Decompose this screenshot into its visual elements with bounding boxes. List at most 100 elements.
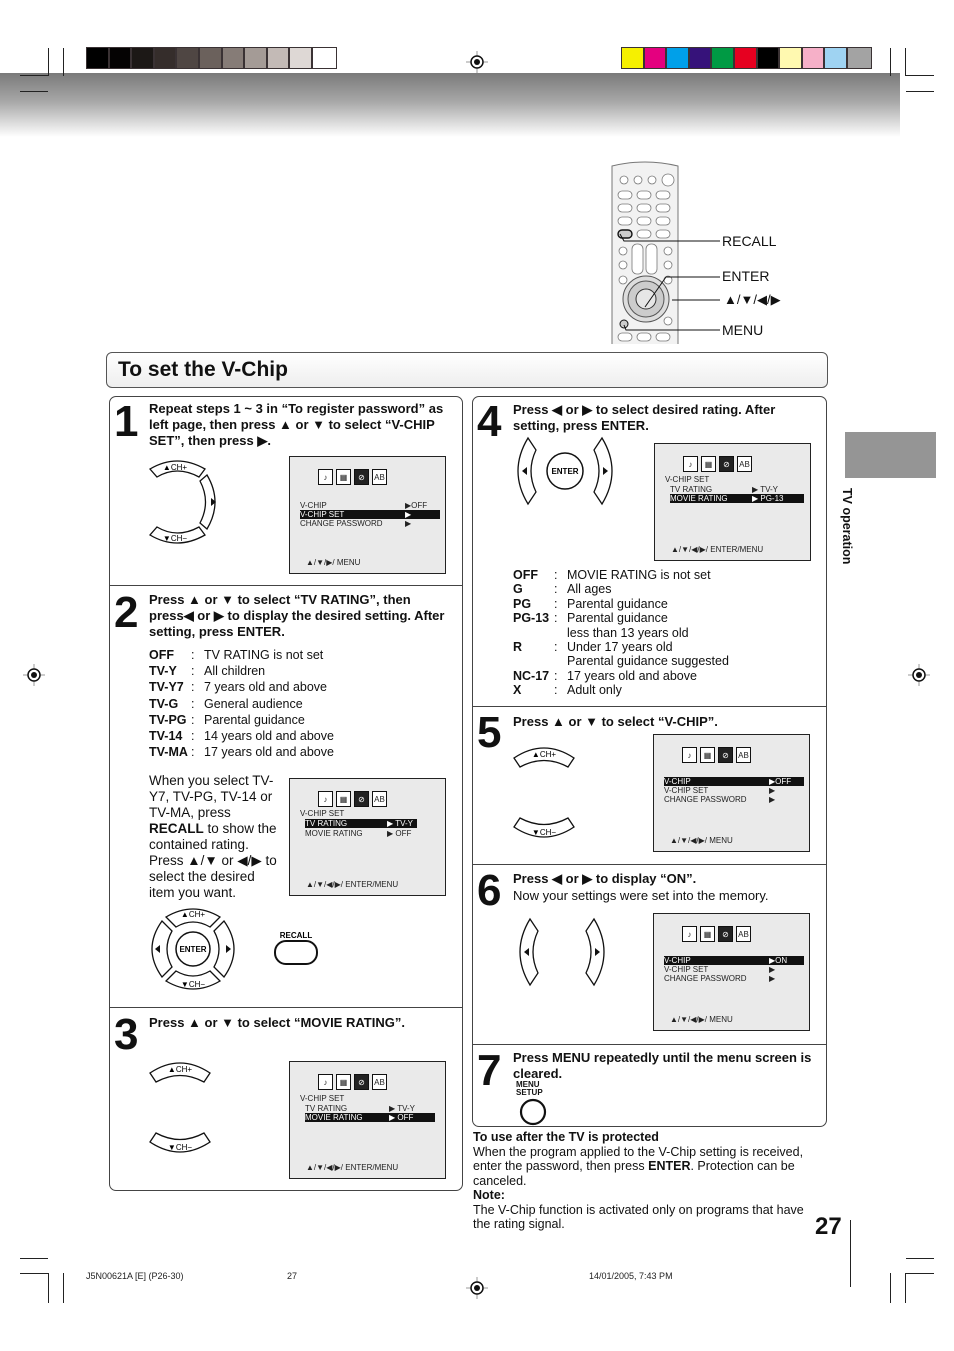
picture-menu-icon: ♪ xyxy=(683,456,698,472)
callout-lines xyxy=(619,233,720,331)
divider xyxy=(109,1007,463,1008)
protected-note-heading: To use after the TV is protected xyxy=(473,1130,659,1144)
note-heading: Note: xyxy=(473,1188,505,1202)
osd-row-selected: MOVIE RATING ▶ OFF xyxy=(305,1113,435,1122)
registration-mark-icon xyxy=(466,51,488,73)
crop-mark xyxy=(20,91,48,92)
step-number: 7 xyxy=(477,1046,502,1095)
rating-item: TV-G: General audience xyxy=(149,696,303,711)
step-6-instruction: Press ◀ or ▶ to display “ON”. xyxy=(513,871,697,886)
page-number-rule xyxy=(850,1220,851,1287)
color-swatches xyxy=(621,47,872,69)
grayscale-swatches xyxy=(86,47,337,69)
color-swatch xyxy=(689,48,713,68)
ch-buttons-illustration: ▲CH+ ▼CH− xyxy=(149,1062,211,1153)
osd-row: V-CHIP ▶OFF xyxy=(300,501,428,510)
step-5-instruction: Press ▲ or ▼ to select “V-CHIP”. xyxy=(513,714,718,729)
crop-mark xyxy=(890,1273,891,1303)
osd-menu-icons: ♪ ▦ ⊘ AB xyxy=(318,1074,387,1090)
divider xyxy=(472,706,827,707)
osd-footer: ▲/▼/◀/▶/ MENU xyxy=(670,1015,733,1024)
footer-timestamp: 14/01/2005, 7:43 PM xyxy=(589,1271,673,1281)
footer-page: 27 xyxy=(287,1271,298,1281)
ch-down-label: ▼CH− xyxy=(181,980,205,989)
channel-menu-icon: ▦ xyxy=(336,791,351,807)
step-2-instruction: Press ▲ or ▼ to select “TV RATING”, then… xyxy=(149,592,445,639)
osd-row: MOVIE RATING ▶ OFF xyxy=(305,829,412,838)
lock-menu-icon: ⊘ xyxy=(719,456,734,472)
channel-menu-icon: ▦ xyxy=(701,456,716,472)
osd-footer: ▲/▼/◀/▶/ MENU xyxy=(670,836,733,845)
osd-screen-step-5: ♪ ▦ ⊘ AB V-CHIP ▶OFF V-CHIP SET ▶ CHANGE PASS… xyxy=(653,734,810,852)
osd-screen-step-4: ♪ ▦ ⊘ AB V-CHIP SET TV RATING ▶ TV-Y MOVIE R… xyxy=(654,443,811,561)
step-number: 4 xyxy=(477,397,502,446)
rating-item: TV-14:14 years old and above xyxy=(149,729,334,744)
color-swatch xyxy=(177,48,200,68)
crop-mark xyxy=(905,1273,906,1303)
rating-item: PG-13: Parental guidance xyxy=(513,611,668,626)
setup-menu-icon: AB xyxy=(736,747,751,763)
lock-menu-icon: ⊘ xyxy=(354,469,369,485)
step-3-instruction: Press ▲ or ▼ to select “MOVIE RATING”. xyxy=(149,1015,405,1030)
osd-row-selected: V-CHIP ▶OFF xyxy=(664,777,804,786)
movie-ratings-list: OFF: MOVIE RATING is not set G: All ages PG:… xyxy=(513,568,729,698)
osd-row-selected: MOVIE RATING ▶ PG-13 xyxy=(670,494,804,503)
rating-item: TV-PG: Parental guidance xyxy=(149,712,305,727)
osd-screen-step-6: ♪ ▦ ⊘ AB V-CHIP ▶ON V-CHIP SET ▶ CHANGE PASSW… xyxy=(653,913,810,1031)
rating-item: PG: Parental guidance xyxy=(513,596,668,611)
color-swatch xyxy=(847,48,871,68)
color-swatch xyxy=(312,48,336,68)
setup-menu-icon: AB xyxy=(737,456,752,472)
osd-footer: ▲/▼/◀/▶/ ENTER/MENU xyxy=(306,1163,399,1172)
color-swatch xyxy=(757,48,781,68)
recall-note: When you select TV-Y7, TV-PG, TV-14 or T… xyxy=(149,773,277,900)
step-6-subtext: Now your settings were set into the memo… xyxy=(513,888,769,903)
channel-menu-icon: ▦ xyxy=(336,469,351,485)
rating-item: X: Adult only xyxy=(513,683,622,698)
color-swatch xyxy=(712,48,735,68)
osd-row: CHANGE PASSWORD ▶ xyxy=(664,974,776,983)
osd-row: CHANGE PASSWORD ▶ xyxy=(664,795,776,804)
note-text: The V-Chip function is activated only on… xyxy=(473,1202,804,1232)
enter-label: ENTER xyxy=(179,945,206,954)
color-swatch xyxy=(87,48,110,68)
rating-item: TV-Y: All children xyxy=(149,664,266,679)
step-number: 6 xyxy=(477,866,502,915)
picture-menu-icon: ♪ xyxy=(682,747,697,763)
header-band xyxy=(0,73,900,137)
osd-heading: V-CHIP SET xyxy=(300,809,345,818)
osd-footer: ▲/▼/▶/ MENU xyxy=(306,558,361,567)
crop-mark xyxy=(906,1258,934,1259)
section-title-box: To set the V-Chip xyxy=(106,352,828,388)
setup-menu-icon: AB xyxy=(372,791,387,807)
osd-row: V-CHIP SET ▶ xyxy=(664,786,776,795)
picture-menu-icon: ♪ xyxy=(318,791,333,807)
osd-row-selected: V-CHIP SET ▶ xyxy=(300,510,440,519)
color-swatch xyxy=(644,48,668,68)
osd-row-selected: V-CHIP ▶ON xyxy=(664,956,804,965)
crop-mark xyxy=(906,91,934,92)
ch-up-label: ▲CH+ xyxy=(532,750,556,759)
channel-menu-icon: ▦ xyxy=(336,1074,351,1090)
color-swatch xyxy=(245,48,268,68)
registration-mark-icon xyxy=(466,1277,488,1299)
crop-mark xyxy=(906,75,934,76)
menu-setup-label: MENU SETUP xyxy=(516,1080,543,1097)
protected-note-text: When the program applied to the V-Chip s… xyxy=(473,1144,804,1188)
enter-label: ENTER xyxy=(551,467,578,476)
osd-row: TV RATING ▶ TV-Y xyxy=(305,1104,416,1113)
osd-row: V-CHIP SET ▶ xyxy=(664,965,776,974)
crop-mark xyxy=(63,48,64,76)
osd-screen-step-3: ♪ ▦ ⊘ AB V-CHIP SET TV RATING ▶ TV-Y MOVIE R… xyxy=(289,1061,446,1179)
color-swatch xyxy=(667,48,690,68)
registration-mark-icon xyxy=(23,664,45,686)
color-swatch xyxy=(132,48,155,68)
step-number: 2 xyxy=(114,588,139,637)
osd-heading: V-CHIP SET xyxy=(665,475,710,484)
osd-menu-icons: ♪ ▦ ⊘ AB xyxy=(318,791,387,807)
osd-menu-icons: ♪ ▦ ⊘ AB xyxy=(318,469,387,485)
osd-screen-step-1: ♪ ▦ ⊘ AB V-CHIP ▶OFF V-CHIP SET ▶ CHANGE PASS… xyxy=(289,456,446,574)
step-number: 5 xyxy=(477,708,502,757)
setup-menu-icon: AB xyxy=(372,1074,387,1090)
osd-heading: V-CHIP SET xyxy=(300,1094,345,1103)
